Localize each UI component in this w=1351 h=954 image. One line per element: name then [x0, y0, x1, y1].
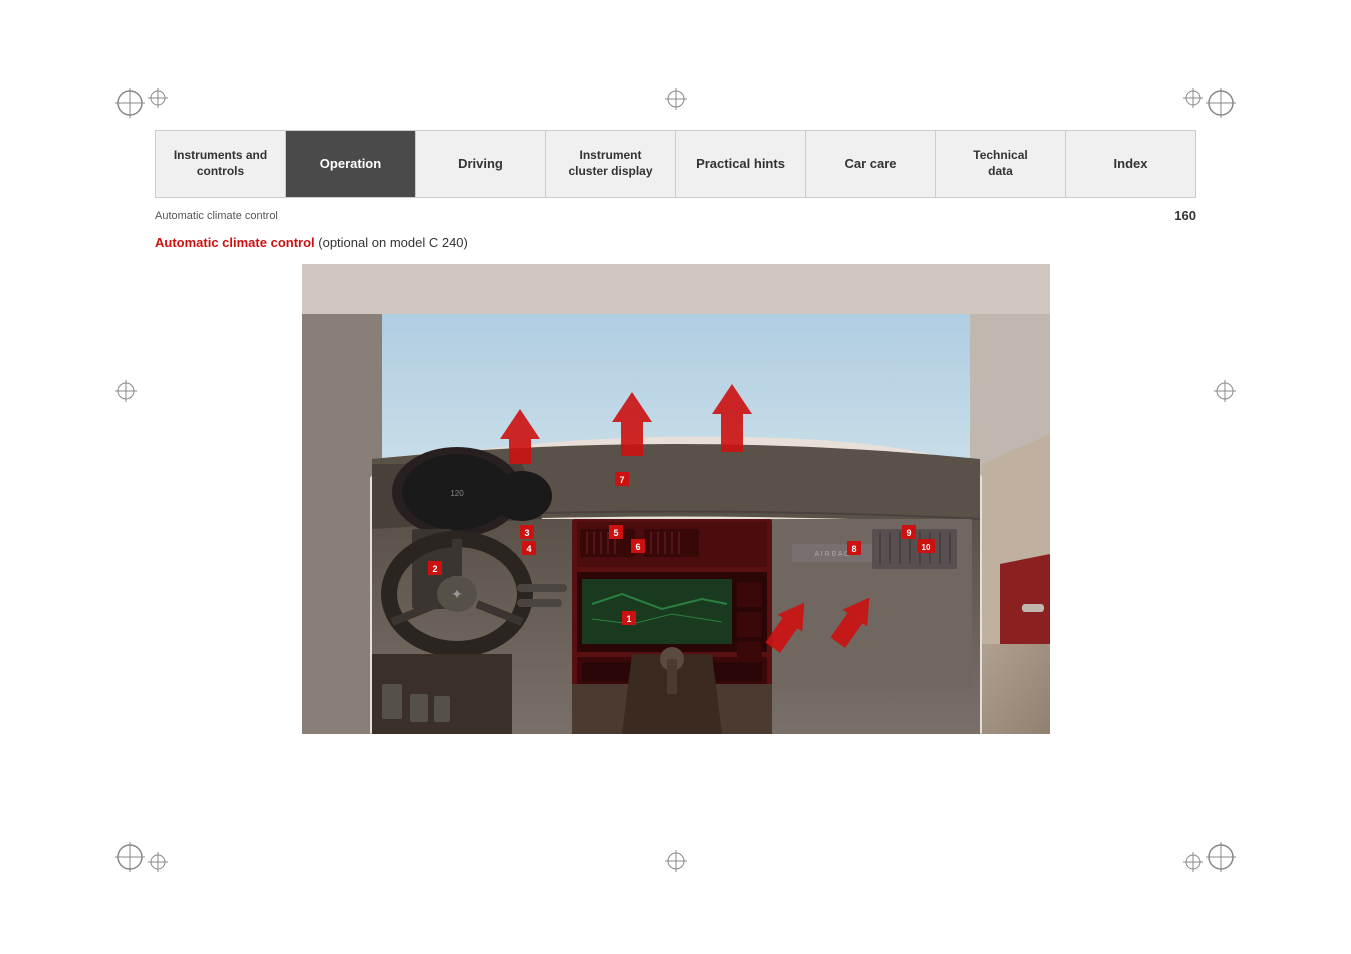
nav-item-instruments[interactable]: Instruments and controls — [156, 131, 286, 197]
nav-item-instrument-cluster[interactable]: Instrumentcluster display — [546, 131, 676, 197]
reg-mark-bottom-left — [115, 842, 145, 872]
svg-text:A I R B A G: A I R B A G — [814, 551, 849, 558]
svg-text:4: 4 — [526, 544, 531, 554]
reg-mark-bottom-right — [1206, 842, 1236, 872]
nav-item-practical-hints[interactable]: Practical hints — [676, 131, 806, 197]
reg-mark-left-mid — [115, 380, 137, 402]
reg-mark-right-mid — [1214, 380, 1236, 402]
reg-mark-top-right2 — [1183, 88, 1203, 108]
page-meta: Automatic climate control 160 — [155, 208, 1196, 223]
main-content: Automatic climate control (optional on m… — [155, 235, 1196, 734]
svg-text:10: 10 — [921, 543, 930, 552]
reg-mark-top-left2 — [148, 88, 168, 108]
car-image-container: 120 ✦ — [302, 264, 1050, 734]
page-number: 160 — [1174, 208, 1196, 223]
svg-text:6: 6 — [635, 542, 640, 552]
nav-item-driving[interactable]: Driving — [416, 131, 546, 197]
svg-text:✦: ✦ — [451, 586, 463, 602]
reg-mark-bottom-left2 — [148, 852, 168, 872]
svg-text:3: 3 — [524, 528, 529, 538]
nav-item-index[interactable]: Index — [1066, 131, 1195, 197]
svg-text:8: 8 — [851, 544, 856, 554]
reg-mark-top-left — [115, 88, 145, 118]
nav-item-car-care[interactable]: Car care — [806, 131, 936, 197]
reg-mark-bottom-right2 — [1183, 852, 1203, 872]
reg-mark-top-center — [665, 88, 687, 110]
car-interior-svg: 120 ✦ — [302, 264, 1050, 734]
section-title: Automatic climate control (optional on m… — [155, 235, 1196, 250]
svg-text:5: 5 — [613, 528, 618, 538]
nav-item-technical-data[interactable]: Technicaldata — [936, 131, 1066, 197]
reg-mark-bottom-center — [665, 850, 687, 872]
svg-text:2: 2 — [432, 564, 437, 574]
svg-text:9: 9 — [906, 528, 911, 538]
reg-mark-top-right — [1206, 88, 1236, 118]
navigation-bar: Instruments and controls Operation Drivi… — [155, 130, 1196, 198]
nav-item-operation[interactable]: Operation — [286, 131, 416, 197]
image-wrapper: 120 ✦ — [155, 264, 1196, 734]
svg-text:7: 7 — [619, 475, 624, 485]
section-label: Automatic climate control — [155, 210, 278, 222]
svg-text:1: 1 — [626, 614, 631, 624]
svg-text:120: 120 — [450, 489, 464, 498]
